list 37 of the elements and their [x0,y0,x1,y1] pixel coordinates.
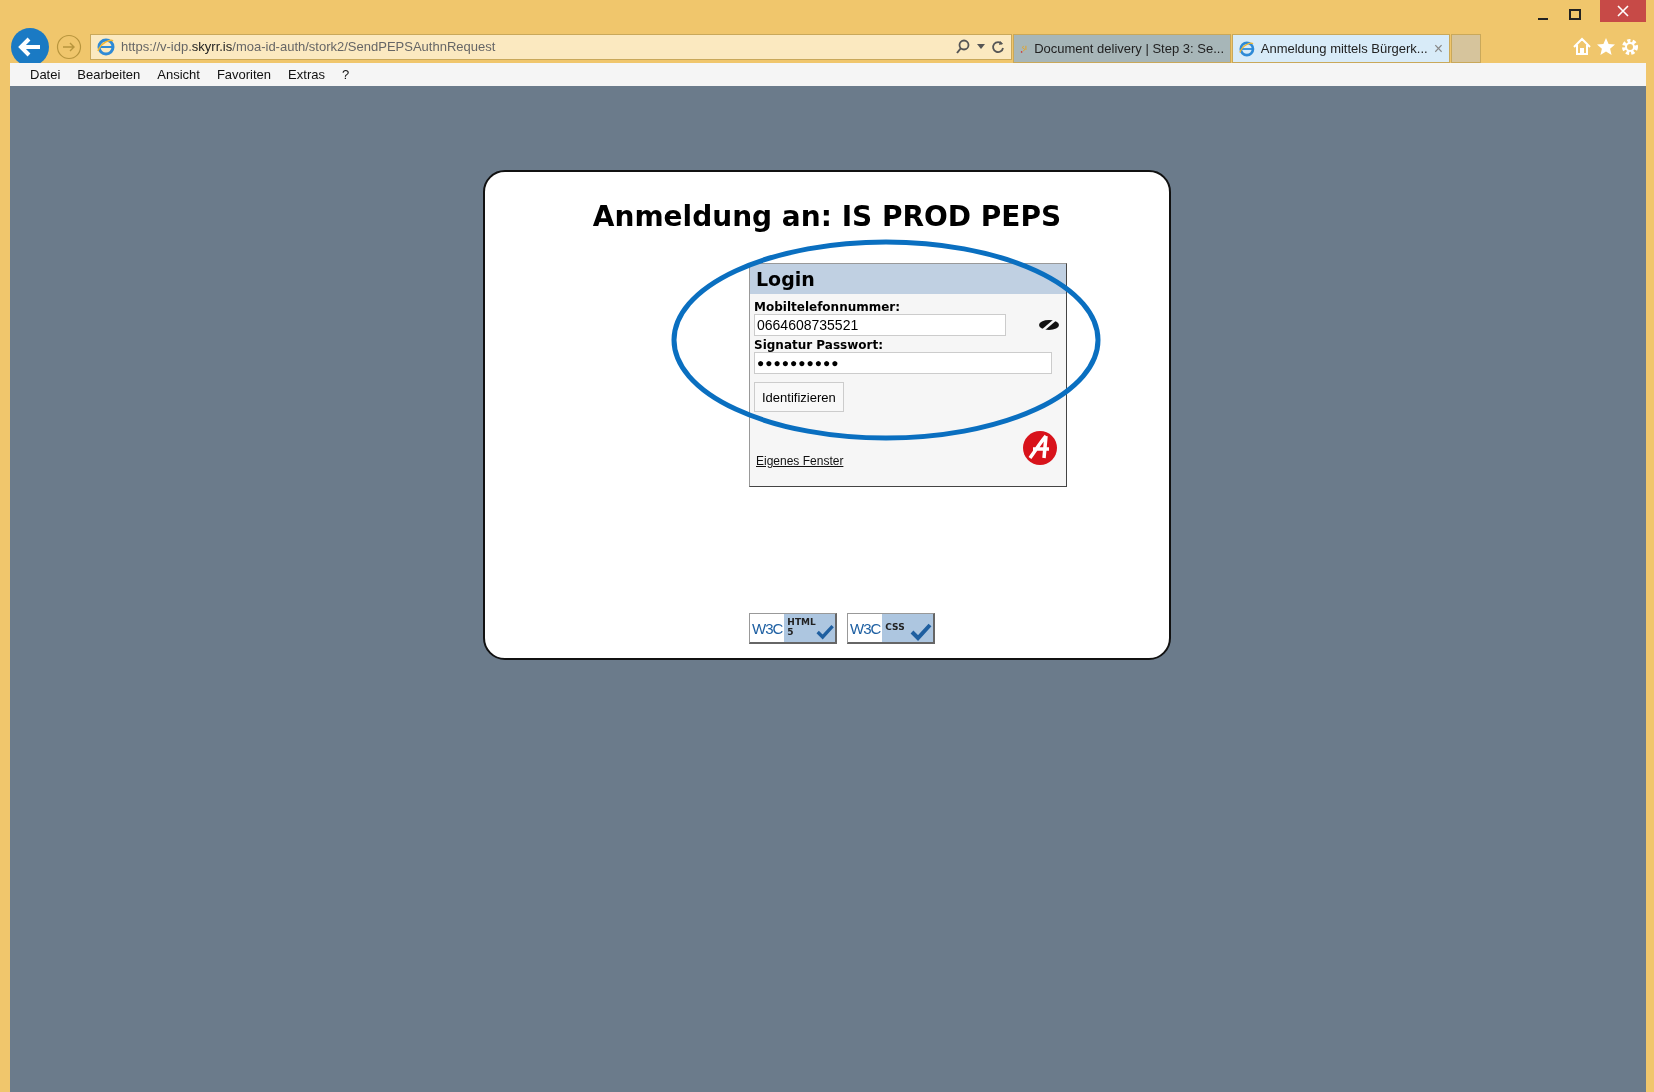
menu-item[interactable]: Bearbeiten [77,67,141,82]
phone-input[interactable]: 0664608735521 [754,314,1006,336]
menu-item[interactable]: Favoriten [216,67,272,82]
validation-badge[interactable]: W3C CSS [847,613,935,644]
maximize-icon[interactable] [1568,8,1582,22]
refresh-icon[interactable] [991,39,1005,54]
star-icon[interactable] [1596,36,1616,57]
page-title: Anmeldung an: IS PROD PEPS [592,200,1062,233]
checkmark-icon [815,623,834,641]
menu-item[interactable]: ? [341,67,350,82]
field-label: Signatur Passwort: [754,338,884,352]
menu-item[interactable]: Extras [288,67,325,82]
field-label: Mobiltelefonnummer: [754,300,902,314]
menu-item[interactable]: Datei [30,67,61,82]
url-text: https://v-idp.skyrr.is/moa-id-auth/stork2/SendPEPSAuthnRequest [121,39,497,54]
identify-button[interactable]: Identifizieren [754,382,844,412]
browser-logo-icon [97,37,115,56]
badge-label: HTML [787,618,816,628]
login-heading: Login [750,264,1066,294]
badge-logo: W3C [848,614,883,642]
badge-sublabel: 5 [787,628,794,638]
password-input[interactable]: ●●●●●●●●●● [754,352,1052,374]
address-bar[interactable]: https://v-idp.skyrr.is/moa-id-auth/stork2/SendPEPSAuthnRequest [90,33,1012,60]
browser-tab[interactable]: Document delivery | Step 3: Se... [1013,34,1231,63]
dropdown-icon[interactable] [977,43,985,50]
badge-label: CSS [885,623,905,633]
menu-item[interactable]: Ansicht [157,67,200,82]
browser-logo-icon [1239,39,1255,58]
badge-logo: W3C [750,614,785,642]
own-window-link[interactable]: Eigenes Fenster [756,454,844,468]
eye-slash-icon[interactable] [1038,318,1060,332]
checkmark-icon [910,623,932,641]
search-icon[interactable] [955,38,971,55]
close-button[interactable] [1600,0,1646,22]
a-logo-icon [1022,430,1058,466]
browser-tab[interactable]: Anmeldung mittels Bürgerk... × [1232,34,1450,63]
close-icon[interactable] [1617,5,1629,17]
